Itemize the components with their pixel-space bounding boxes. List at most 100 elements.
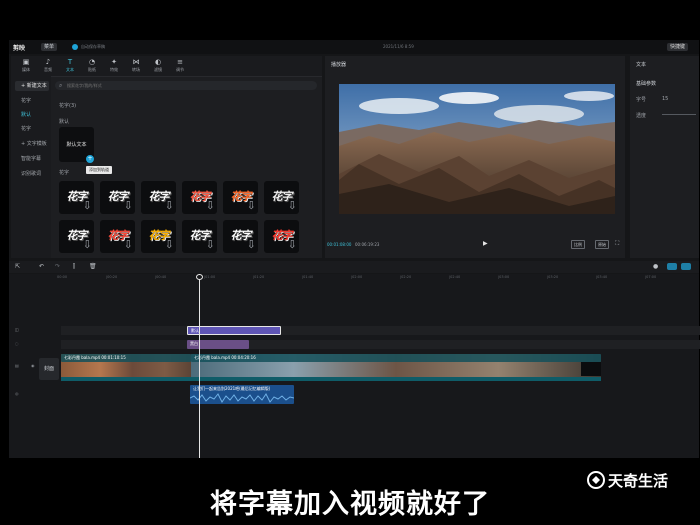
- tab-sticker[interactable]: ◔ 贴纸: [81, 58, 103, 74]
- ruler-tick-label: |02:20: [400, 275, 412, 279]
- split-icon[interactable]: ⫿: [73, 263, 75, 271]
- asset-toolbar: ▣ 媒体 ♪ 音频 T 文本 ◔ 贴纸 ✦ 特效 ⋈ 转场 ◐ 滤镜 ≡ 调节: [11, 56, 322, 77]
- flower-text-tile[interactable]: 花字 ⇩: [141, 181, 176, 214]
- autosave-status: 自动保存草稿: [81, 44, 105, 49]
- mic-icon[interactable]: ●: [653, 263, 658, 270]
- download-icon[interactable]: ⇩: [288, 238, 297, 251]
- shortcut-button[interactable]: 快捷键: [667, 43, 689, 51]
- ruler-tick-label: |02:40: [449, 275, 461, 279]
- video-track-icon: ▤: [15, 363, 19, 368]
- download-icon[interactable]: ⇩: [124, 199, 133, 212]
- effect-clip[interactable]: 黑白: [187, 340, 249, 349]
- flower-text-tile[interactable]: 花字 ⇩: [141, 220, 176, 253]
- flower-text-tile[interactable]: 花字 ⇩: [100, 220, 135, 253]
- original-button[interactable]: 原始: [595, 240, 609, 249]
- video-clip-1-waveform: [61, 377, 191, 381]
- tab-audio[interactable]: ♪ 音频: [37, 58, 59, 74]
- ruler-tick-label: 00:00: [57, 275, 68, 279]
- adjust-icon: ≡: [177, 58, 183, 66]
- project-title: 2021/11/6 8:59: [383, 44, 414, 49]
- autosave-icon: [72, 44, 78, 50]
- search-bar[interactable]: ⌕: [55, 81, 317, 90]
- nav-flower-2[interactable]: 花字: [15, 124, 49, 134]
- time-ruler[interactable]: 00:00 |00:20 |00:40 |01:00 |01:20 |01:40 |02:0…: [57, 274, 699, 282]
- video-preview[interactable]: [339, 84, 615, 214]
- audio-icon: ♪: [45, 58, 51, 66]
- download-icon[interactable]: ⇩: [247, 238, 256, 251]
- editor-window: 剪映 菜单 自动保存草稿 2021/11/6 8:59 快捷键 ▣ 媒体 ♪ 音频 T 文…: [9, 40, 700, 458]
- prop-label-size: 字号: [636, 97, 647, 103]
- nav-text-template[interactable]: + 文字模板: [15, 139, 49, 149]
- cover-button[interactable]: 封面: [39, 358, 59, 380]
- eye-icon[interactable]: ◉: [31, 363, 35, 368]
- tab-label: 贴纸: [88, 67, 96, 72]
- prop-value-size[interactable]: 15: [662, 96, 668, 102]
- menu-button[interactable]: 菜单: [41, 43, 58, 51]
- delete-icon[interactable]: 🗑: [89, 263, 97, 270]
- tab-filter[interactable]: ◐ 滤镜: [147, 58, 169, 74]
- play-icon[interactable]: ▶: [483, 240, 488, 247]
- flower-text-tile[interactable]: 花字 ⇩: [59, 220, 94, 253]
- snap-toggle-icon[interactable]: [667, 263, 677, 270]
- playhead[interactable]: [199, 274, 200, 458]
- ratio-button[interactable]: 比例: [571, 240, 585, 249]
- download-icon[interactable]: ⇩: [206, 199, 215, 212]
- flower-text-tile[interactable]: 花字 ⇩: [264, 220, 299, 253]
- redo-icon[interactable]: ↷: [55, 263, 60, 270]
- link-toggle-icon[interactable]: [681, 263, 691, 270]
- download-icon[interactable]: ⇩: [288, 199, 297, 212]
- filter-icon: ◐: [154, 58, 162, 66]
- search-icon: ⌕: [59, 82, 63, 89]
- text-track-icon: ◫: [15, 327, 19, 332]
- download-icon[interactable]: ⇩: [206, 238, 215, 251]
- tab-transition[interactable]: ⋈ 转场: [125, 58, 147, 74]
- download-icon[interactable]: ⇩: [83, 238, 92, 251]
- search-input[interactable]: [67, 81, 307, 90]
- media-icon: ▣: [22, 58, 30, 66]
- flower-text-tile[interactable]: 花字 ⇩: [223, 181, 258, 214]
- flower-text-tile[interactable]: 花字 ⇩: [264, 181, 299, 214]
- timeline-toolbar: ⇱ ↶ ↷ ⫿ 🗑 ●: [9, 261, 699, 273]
- download-icon[interactable]: ⇩: [124, 238, 133, 251]
- tab-media[interactable]: ▣ 媒体: [15, 58, 37, 74]
- download-icon[interactable]: ⇩: [165, 238, 174, 251]
- download-icon[interactable]: ⇩: [83, 199, 92, 212]
- tab-effects[interactable]: ✦ 特效: [103, 58, 125, 74]
- nav-lyrics[interactable]: 识别歌词: [15, 169, 49, 179]
- audio-waveform: [190, 393, 294, 403]
- title-bar: 剪映 菜单 自动保存草稿 2021/11/6 8:59 快捷键: [9, 40, 699, 54]
- flower-text-tile[interactable]: 花字 ⇩: [223, 220, 258, 253]
- nav-smart-subtitle[interactable]: 智能字幕: [15, 154, 49, 164]
- video-clip-1[interactable]: 七彩丹霞 bala.mp4 00:01:10:15: [61, 354, 191, 381]
- add-to-track-icon[interactable]: +: [86, 155, 94, 163]
- nav-new-text[interactable]: + 新建文本: [15, 81, 49, 91]
- total-time: 00:06:19:23: [355, 242, 380, 247]
- download-icon[interactable]: ⇩: [247, 199, 256, 212]
- playhead-handle[interactable]: [196, 274, 203, 280]
- text-clip[interactable]: 默认: [187, 326, 281, 335]
- select-tool-icon[interactable]: ⇱: [15, 263, 20, 270]
- preview-title: 播放器: [331, 62, 347, 68]
- effect-track: [61, 340, 700, 349]
- download-icon[interactable]: ⇩: [165, 199, 174, 212]
- tab-adjust[interactable]: ≡ 调节: [169, 58, 191, 74]
- preview-panel: 播放器 00:01:08:00 00:06:19:23 ▶ 比例 原始 ⛶: [325, 56, 625, 258]
- asset-panel: ▣ 媒体 ♪ 音频 T 文本 ◔ 贴纸 ✦ 特效 ⋈ 转场 ◐ 滤镜 ≡ 调节 + 新建文本 花字 默认 花字…: [11, 56, 322, 258]
- timeline[interactable]: 00:00 |00:20 |00:40 |01:00 |01:20 |01:40 |02:0…: [9, 274, 700, 458]
- undo-icon[interactable]: ↶: [39, 263, 44, 270]
- nav-flower[interactable]: 花字: [15, 96, 49, 106]
- video-clip-2[interactable]: 七彩丹霞 bala.mp4 00:04:20:16: [191, 354, 601, 381]
- flower-text-tile[interactable]: 花字 ⇩: [182, 181, 217, 214]
- flower-label: 花字: [59, 170, 70, 176]
- effects-icon: ✦: [111, 58, 117, 66]
- audio-clip[interactable]: 让我们一起来告别2021吧(最后记忆编辑版): [190, 385, 294, 404]
- video-clip-end: [581, 362, 601, 376]
- tab-text[interactable]: T 文本: [59, 58, 81, 74]
- flower-text-tile[interactable]: 花字 ⇩: [100, 181, 135, 214]
- nav-default[interactable]: 默认: [15, 110, 49, 120]
- fullscreen-icon[interactable]: ⛶: [615, 240, 619, 248]
- watermark-logo-icon: [587, 471, 605, 489]
- flower-text-tile[interactable]: 花字 ⇩: [182, 220, 217, 253]
- flower-text-tile[interactable]: 花字 ⇩: [59, 181, 94, 214]
- opacity-slider[interactable]: [662, 114, 696, 115]
